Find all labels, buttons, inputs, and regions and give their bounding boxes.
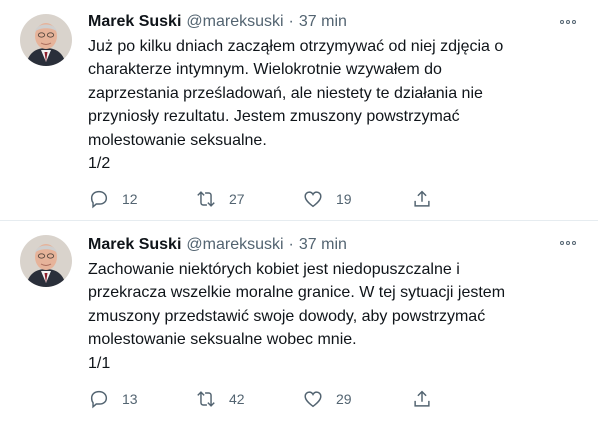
retweet-icon (197, 191, 215, 208)
retweet-count: 27 (229, 191, 245, 208)
like-count: 29 (336, 391, 352, 408)
share-icon (414, 191, 430, 208)
like-count: 19 (336, 191, 352, 208)
tweet-text: Już po kilku dniach zacząłem otrzymywać … (88, 38, 504, 173)
retweet-button[interactable]: 27 (195, 188, 302, 210)
separator: · (288, 236, 294, 253)
like-button[interactable]: 19 (302, 188, 409, 210)
reply-icon (90, 390, 108, 409)
tweet[interactable]: Marek Suski @mareksuski · 37 min Już po … (0, 0, 598, 221)
timestamp[interactable]: 37 min (299, 236, 347, 254)
heart-icon (304, 191, 322, 208)
reply-count: 13 (122, 391, 138, 408)
share-icon (414, 390, 430, 407)
tweet[interactable]: Marek Suski @mareksuski · 37 min Zachowa… (0, 221, 598, 425)
share-button[interactable] (411, 188, 518, 210)
author-handle[interactable]: @mareksuski (186, 236, 283, 254)
tweet-header: Marek Suski @mareksuski · 37 min (88, 10, 582, 34)
separator: · (288, 13, 294, 30)
timestamp[interactable]: 37 min (299, 13, 347, 31)
share-button[interactable] (411, 388, 518, 410)
author-handle[interactable]: @mareksuski (186, 13, 283, 31)
like-button[interactable]: 29 (302, 388, 409, 410)
reply-button[interactable]: 12 (88, 188, 195, 210)
more-options-icon[interactable] (556, 233, 580, 253)
retweet-button[interactable]: 42 (195, 388, 302, 410)
tweet-actions: 12 27 19 (88, 181, 518, 217)
tweet-header: Marek Suski @mareksuski · 37 min (88, 233, 582, 257)
reply-icon (90, 191, 108, 209)
reply-count: 12 (122, 191, 138, 208)
author-name[interactable]: Marek Suski (88, 236, 181, 254)
retweet-icon (197, 391, 215, 407)
author-name[interactable]: Marek Suski (88, 13, 181, 31)
avatar[interactable] (20, 14, 72, 66)
heart-icon (304, 391, 322, 408)
tweet-actions: 13 42 29 (88, 381, 518, 417)
reply-button[interactable]: 13 (88, 388, 195, 410)
avatar[interactable] (20, 235, 72, 287)
retweet-count: 42 (229, 391, 245, 408)
more-options-icon[interactable] (556, 12, 580, 32)
tweet-text: Zachowanie niektórych kobiet jest niedop… (88, 261, 506, 372)
